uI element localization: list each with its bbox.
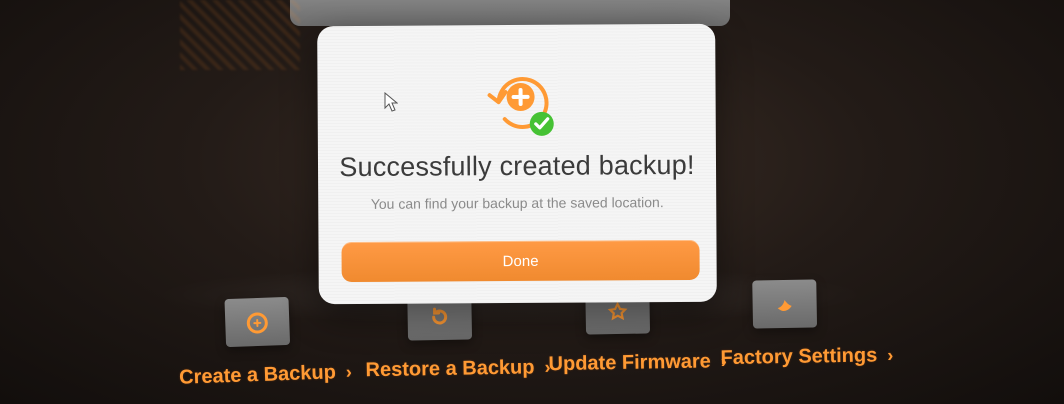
success-dialog: Successfully created backup! You can fin… <box>317 23 717 305</box>
dialog-title: Successfully created backup! <box>339 149 695 183</box>
restore-backup-label: Restore a Backup › <box>365 356 551 382</box>
chevron-right-icon: › <box>887 345 894 366</box>
create-backup-label: Create a Backup › <box>178 361 353 389</box>
create-backup-tile <box>224 296 291 348</box>
create-backup-action[interactable]: Create a Backup › <box>176 295 353 390</box>
restore-icon <box>432 307 448 325</box>
mouse-cursor-icon <box>384 92 398 112</box>
factory-settings-label: Factory Settings › <box>720 344 894 370</box>
done-button[interactable]: Done <box>341 239 700 283</box>
factory-settings-tile <box>752 279 818 329</box>
factory-settings-action[interactable]: Factory Settings › <box>719 279 894 370</box>
backup-success-icon <box>487 77 554 136</box>
restore-backup-action[interactable]: Restore a Backup › <box>364 291 551 383</box>
backup-icon <box>246 312 268 334</box>
background-glare <box>180 0 300 70</box>
chevron-right-icon: › <box>345 361 353 382</box>
dialog-message: You can find your backup at the saved lo… <box>370 194 664 212</box>
top-panel <box>290 0 730 26</box>
factory-icon <box>777 300 792 312</box>
update-firmware-label: Update Firmware › <box>548 350 727 376</box>
